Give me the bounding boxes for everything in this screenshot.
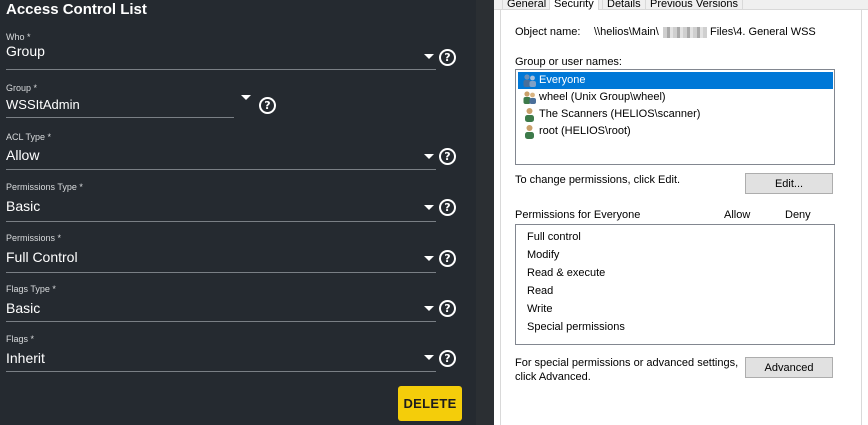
group-user-listbox[interactable]: Everyone wheel (Unix Group\wheel) The Sc… [515,69,835,165]
permissions-select[interactable]: Permissions * Full Control [6,233,438,273]
redacted-path-segment [663,27,707,38]
permissions-type-underline [6,221,436,222]
chevron-down-icon[interactable] [241,95,251,100]
chevron-down-icon[interactable] [424,306,434,311]
panel-title: Access Control List [6,1,147,18]
group-icon [523,74,536,87]
special-permissions-hint-line1: For special permissions or advanced sett… [515,357,739,369]
access-control-list-panel: Access Control List Who * Group ? Group … [0,0,476,425]
help-icon[interactable]: ? [439,350,456,367]
special-permissions-hint-line2: click Advanced. [515,371,591,383]
help-icon[interactable]: ? [439,148,456,165]
acl-type-label: ACL Type * [6,132,52,142]
who-select[interactable]: Who * Group [6,32,438,70]
who-value: Group [6,43,45,59]
delete-button[interactable]: DELETE [398,386,462,421]
flags-type-value: Basic [6,300,41,316]
tab-details[interactable]: Details [602,0,646,10]
user-name: root (HELIOS\root) [539,125,631,137]
acl-type-select[interactable]: ACL Type * Allow [6,132,438,170]
permissions-type-label: Permissions Type * [6,182,83,192]
advanced-button[interactable]: Advanced [745,357,833,378]
permissions-label: Permissions * [6,233,62,243]
permissions-type-select[interactable]: Permissions Type * Basic [6,182,438,222]
permissions-listbox[interactable]: Full control Modify Read & execute Read … [515,224,835,345]
user-name: wheel (Unix Group\wheel) [539,91,666,103]
permission-special: Special permissions [527,321,625,333]
help-icon[interactable]: ? [439,49,456,66]
permissions-value: Full Control [6,249,78,265]
flags-underline [6,371,436,372]
help-icon[interactable]: ? [439,300,456,317]
allow-column-header: Allow [724,209,751,221]
group-label: Group * [6,83,38,93]
group-select[interactable]: Group * WSSItAdmin [6,83,256,119]
object-name-path-start: \\helios\Main\ [594,26,659,38]
chevron-down-icon[interactable] [424,205,434,210]
user-icon [525,108,534,122]
permissions-type-value: Basic [6,198,41,214]
chevron-down-icon[interactable] [424,54,434,59]
object-name-label: Object name: [515,26,581,38]
user-name: Everyone [539,74,586,86]
user-name: The Scanners (HELIOS\scanner) [539,108,701,120]
chevron-down-icon[interactable] [424,154,434,159]
flags-type-label: Flags Type * [6,284,56,294]
list-item-everyone[interactable]: Everyone [518,72,833,89]
acl-type-value: Allow [6,147,40,163]
group-user-names-label: Group or user names: [515,56,622,68]
group-underline [6,117,234,118]
list-item-the-scanners[interactable]: The Scanners (HELIOS\scanner) [518,106,833,123]
help-icon[interactable]: ? [439,199,456,216]
help-icon[interactable]: ? [439,250,456,267]
permission-full-control: Full control [527,231,581,243]
list-item-wheel[interactable]: wheel (Unix Group\wheel) [518,89,833,106]
who-underline [6,69,436,70]
who-label: Who * [6,32,31,42]
deny-column-header: Deny [785,209,811,221]
acl-type-underline [6,169,436,170]
permissions-for-label: Permissions for Everyone [515,209,641,221]
user-icon [525,125,534,139]
edit-button[interactable]: Edit... [745,173,833,194]
flags-value: Inherit [6,350,45,366]
tab-previous-versions[interactable]: Previous Versions [645,0,744,10]
group-value: WSSItAdmin [6,97,80,112]
permission-read: Read [527,285,554,297]
tab-general[interactable]: General [502,0,552,10]
flags-type-underline [6,321,436,322]
permission-read-execute: Read & execute [527,267,606,279]
group-icon [523,91,536,104]
flags-select[interactable]: Flags * Inherit [6,334,438,372]
chevron-down-icon[interactable] [424,256,434,261]
permissions-underline [6,272,436,273]
flags-label: Flags * [6,334,35,344]
chevron-down-icon[interactable] [424,355,434,360]
help-icon[interactable]: ? [259,97,276,114]
change-permissions-hint: To change permissions, click Edit. [515,174,681,186]
flags-type-select[interactable]: Flags Type * Basic [6,284,438,322]
permission-modify: Modify [527,249,560,261]
list-item-root[interactable]: root (HELIOS\root) [518,123,833,140]
object-name-path-end: Files\4. General WSS [710,26,816,38]
permission-write: Write [527,303,553,315]
